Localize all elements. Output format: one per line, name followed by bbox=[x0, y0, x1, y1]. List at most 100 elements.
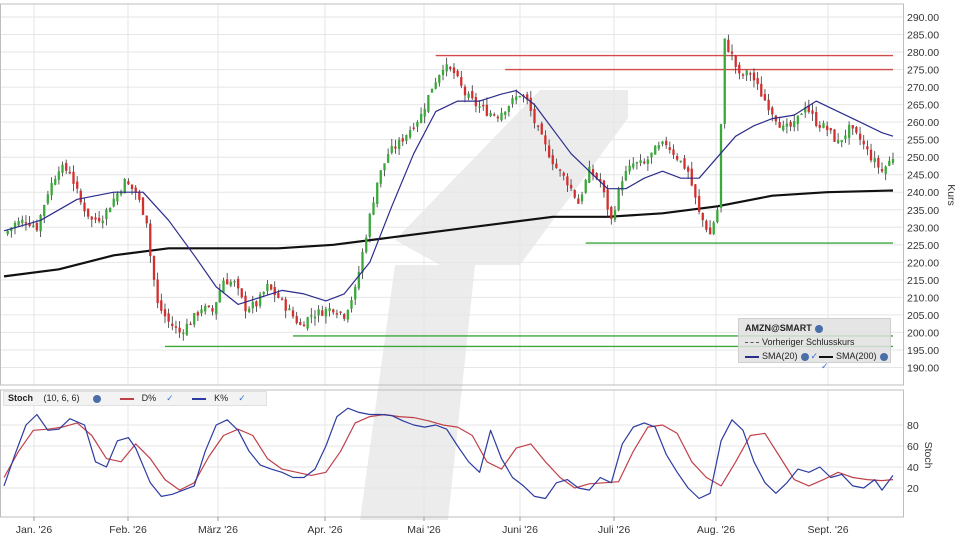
candle-body bbox=[332, 309, 335, 313]
candle-body bbox=[335, 313, 339, 315]
info-icon[interactable] bbox=[879, 352, 888, 361]
candle-body bbox=[39, 215, 42, 232]
candle-body bbox=[383, 163, 386, 171]
candle-body bbox=[741, 74, 745, 76]
candle-body bbox=[730, 51, 734, 54]
candle-body bbox=[215, 302, 218, 315]
candle-body bbox=[145, 215, 148, 224]
candle-body bbox=[815, 112, 818, 126]
y-tick-label: 230.00 bbox=[907, 222, 939, 234]
candle-body bbox=[310, 315, 313, 317]
candle-body bbox=[50, 183, 53, 196]
legend-prev-close: Vorheriger Schlusskurs bbox=[762, 337, 855, 347]
candle-body bbox=[738, 64, 741, 74]
candle-body bbox=[833, 129, 836, 142]
candle-body bbox=[434, 82, 437, 89]
candle-body bbox=[639, 160, 642, 164]
candle-body bbox=[719, 124, 723, 208]
candle-body bbox=[632, 163, 635, 168]
candle-body bbox=[606, 189, 609, 210]
candle-body bbox=[240, 288, 243, 298]
check-icon[interactable]: ✓ bbox=[821, 361, 829, 371]
candle-body bbox=[65, 162, 68, 171]
candle-body bbox=[273, 287, 276, 296]
x-tick-label: Aug. '26 bbox=[697, 524, 735, 536]
candle-body bbox=[405, 135, 408, 141]
candle-body bbox=[185, 323, 189, 335]
candle-body bbox=[478, 106, 481, 108]
y-tick-label: 190.00 bbox=[907, 362, 939, 374]
candle-body bbox=[840, 140, 843, 143]
candle-body bbox=[566, 176, 569, 186]
candle-body bbox=[386, 154, 390, 163]
candle-body bbox=[167, 313, 170, 322]
candle-body bbox=[851, 125, 854, 129]
candle-body bbox=[778, 121, 781, 128]
check-icon[interactable]: ✓ bbox=[811, 351, 819, 361]
candle-body bbox=[800, 113, 803, 116]
candle-body bbox=[152, 256, 156, 280]
candle-body bbox=[236, 278, 240, 289]
candle-body bbox=[68, 171, 71, 174]
candle-body bbox=[869, 149, 873, 161]
candle-body bbox=[86, 208, 90, 217]
stoch-title: Stoch bbox=[8, 393, 34, 403]
candle-body bbox=[573, 190, 576, 198]
candle-body bbox=[489, 112, 492, 117]
y-tick-label: 240.00 bbox=[907, 187, 939, 199]
candle-body bbox=[547, 145, 551, 158]
candle-body bbox=[207, 305, 211, 307]
candle-body bbox=[529, 97, 532, 112]
candle-body bbox=[160, 300, 163, 311]
candle-body bbox=[763, 94, 767, 101]
candle-body bbox=[767, 99, 770, 111]
candle-body bbox=[558, 169, 562, 171]
y-tick-label: 290.00 bbox=[907, 12, 939, 24]
candle-body bbox=[419, 113, 423, 123]
y-tick-label: 280.00 bbox=[907, 47, 939, 59]
check-icon[interactable]: ✓ bbox=[238, 393, 246, 403]
candle-body bbox=[877, 157, 880, 168]
candle-body bbox=[182, 332, 185, 335]
price-axis-label: Kurs bbox=[945, 184, 957, 206]
candle-body bbox=[354, 286, 357, 300]
legend-sma20: SMA(20) bbox=[762, 351, 798, 361]
candle-body bbox=[149, 223, 152, 257]
candle-body bbox=[127, 181, 130, 185]
candle-body bbox=[624, 171, 628, 181]
candle-body bbox=[408, 130, 412, 138]
candle-body bbox=[657, 145, 661, 149]
candle-body bbox=[628, 165, 631, 172]
candle-body bbox=[745, 70, 748, 76]
info-icon[interactable] bbox=[800, 352, 809, 361]
candle-body bbox=[690, 168, 693, 186]
candle-body bbox=[617, 188, 620, 211]
candle-body bbox=[244, 295, 247, 312]
candle-body bbox=[394, 146, 397, 149]
check-icon[interactable]: ✓ bbox=[166, 393, 174, 403]
candle-body bbox=[6, 230, 9, 235]
candle-body bbox=[569, 184, 573, 189]
candle-body bbox=[668, 147, 671, 150]
stoch-params[interactable]: (10, 6, 6) bbox=[44, 393, 80, 403]
candle-body bbox=[650, 152, 653, 158]
y-tick-label: 255.00 bbox=[907, 135, 939, 147]
candle-body bbox=[277, 292, 280, 298]
candle-body bbox=[665, 140, 668, 146]
candle-body bbox=[306, 317, 309, 329]
candle-body bbox=[291, 310, 295, 317]
candle-body bbox=[438, 75, 441, 83]
candle-body bbox=[504, 111, 507, 115]
candle-body bbox=[452, 67, 456, 74]
candle-body bbox=[141, 197, 145, 215]
candle-body bbox=[174, 326, 178, 328]
candle-body bbox=[321, 310, 324, 316]
candle-body bbox=[654, 145, 657, 155]
info-icon[interactable] bbox=[814, 324, 823, 333]
legend-sma200: SMA(200) bbox=[836, 351, 877, 361]
candle-body bbox=[562, 172, 565, 176]
stoch-tick-label: 80 bbox=[907, 420, 919, 432]
candle-body bbox=[635, 162, 639, 164]
info-icon[interactable] bbox=[93, 394, 102, 403]
candle-body bbox=[613, 210, 617, 220]
